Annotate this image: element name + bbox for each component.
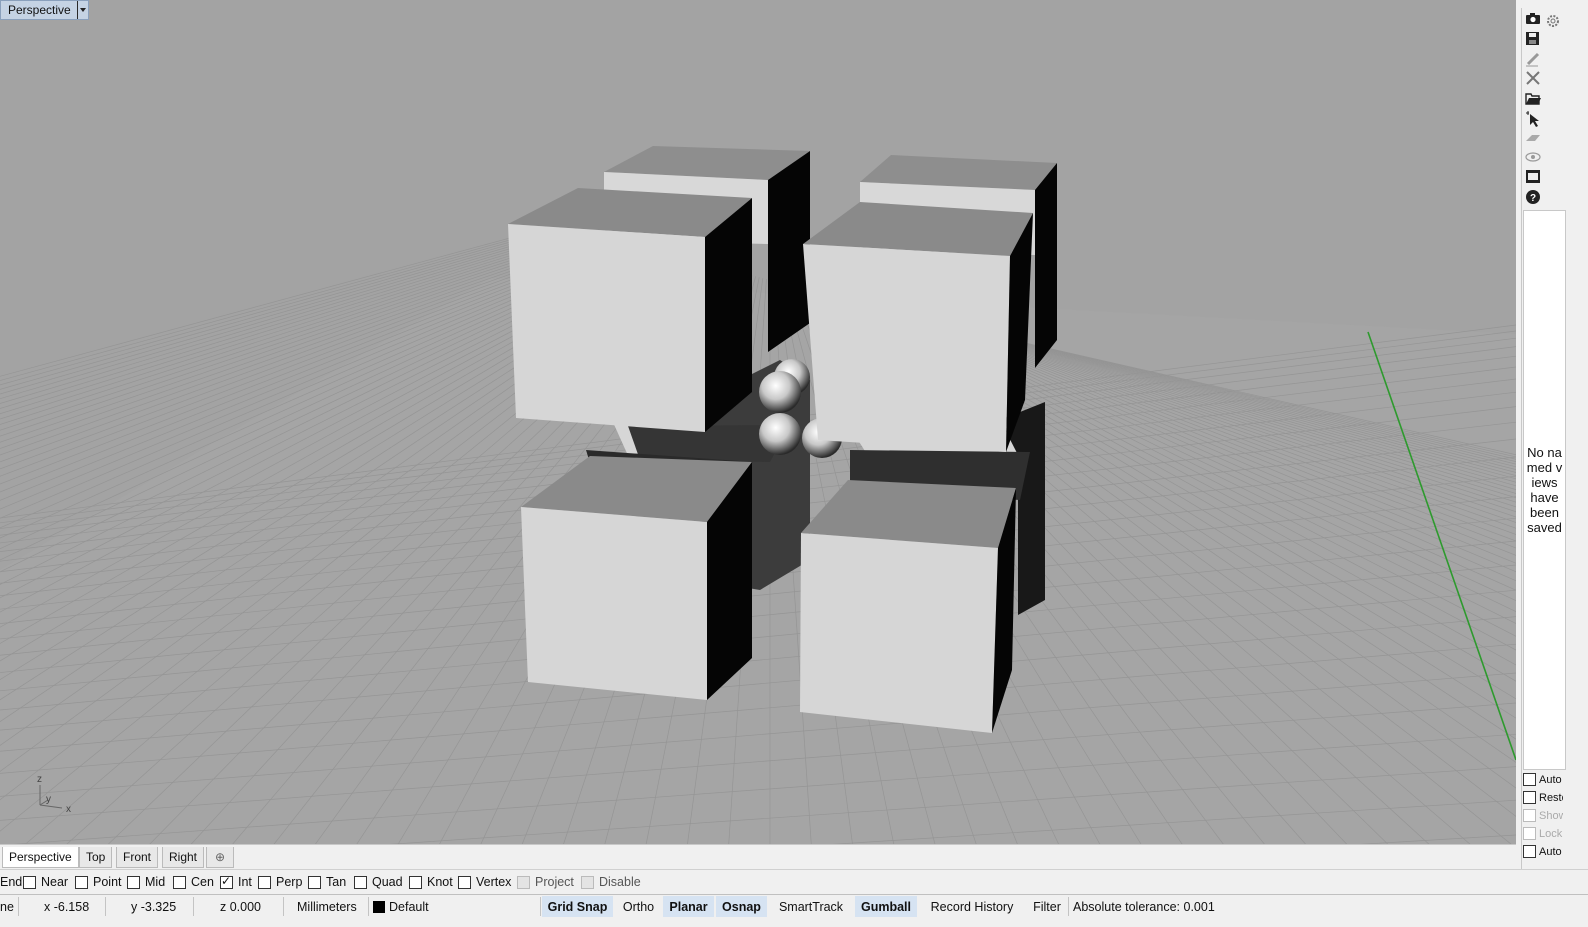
axis-label-x: x <box>66 804 71 815</box>
tab-right[interactable]: Right <box>162 847 205 868</box>
plane-icon <box>1526 135 1540 141</box>
smarttrack-toggle[interactable]: SmartTrack <box>770 896 852 917</box>
auto-checkbox-1[interactable]: Auto <box>1523 773 1563 786</box>
osnap-cen[interactable]: Cen <box>173 875 214 889</box>
auto-checkbox-2[interactable]: Auto <box>1523 845 1563 858</box>
record-history-toggle[interactable]: Record History <box>920 896 1024 917</box>
layer-name: Default <box>389 899 429 914</box>
absolute-tolerance: Absolute tolerance: 0.001 <box>1073 899 1215 914</box>
x-coordinate: x -6.158 <box>44 899 90 914</box>
gumball-toggle[interactable]: Gumball <box>855 896 917 917</box>
panel-toolbar: ? <box>1525 13 1559 204</box>
layer-color-swatch <box>373 900 385 913</box>
cplane-indicator[interactable]: ne <box>0 897 14 916</box>
film-icon <box>1526 170 1540 183</box>
gear-icon <box>1547 15 1559 27</box>
camera-icon <box>1526 13 1540 24</box>
perspective-viewport[interactable]: z y x Perspective <box>0 0 1517 844</box>
restore-checkbox[interactable]: Resto <box>1523 791 1563 804</box>
osnap-perp[interactable]: Perp <box>258 875 302 889</box>
osnap-bar: End Near Point Mid Cen Int Perp Tan Quad… <box>0 869 1588 894</box>
osnap-near[interactable]: Near <box>23 875 68 889</box>
panel-divider <box>1521 8 1522 870</box>
add-tab-button[interactable]: ⊕ <box>206 847 234 868</box>
viewport-menu-dropdown[interactable] <box>76 1 88 19</box>
named-views-list[interactable]: No named views have been saved <box>1523 210 1566 770</box>
status-bar: ne x -6.158 y -3.325 z 0.000 Millimeters… <box>0 894 1588 927</box>
eye-icon <box>1525 152 1541 162</box>
planar-toggle[interactable]: Planar <box>663 896 714 917</box>
named-views-empty-message: No named views have been saved <box>1526 445 1563 535</box>
show-checkbox[interactable]: Show <box>1523 809 1563 822</box>
tab-front[interactable]: Front <box>116 847 159 868</box>
osnap-disable[interactable]: Disable <box>581 875 641 889</box>
edit-icon <box>1526 52 1540 67</box>
osnap-int[interactable]: Int <box>220 874 252 889</box>
osnap-point[interactable]: Point <box>75 875 122 889</box>
layer-selector[interactable]: Default <box>373 897 429 916</box>
delete-icon <box>1526 71 1540 85</box>
z-coordinate: z 0.000 <box>220 899 262 914</box>
y-coordinate: y -3.325 <box>131 899 177 914</box>
filter-button[interactable]: Filter <box>1027 896 1067 917</box>
units-display[interactable]: Millimeters <box>297 897 357 916</box>
viewport-title-label[interactable]: Perspective <box>1 3 77 17</box>
viewport-scene: z y x <box>0 146 1516 844</box>
select-icon <box>1526 111 1539 127</box>
lock-checkbox[interactable]: Lock <box>1523 827 1563 840</box>
grid-snap-toggle[interactable]: Grid Snap <box>542 896 613 917</box>
osnap-project[interactable]: Project <box>517 875 574 889</box>
box-front-left-upper <box>508 188 752 432</box>
osnap-end[interactable]: End <box>0 875 22 889</box>
tab-top[interactable]: Top <box>79 847 113 868</box>
axis-label-z: z <box>37 774 42 785</box>
osnap-knot[interactable]: Knot <box>409 875 453 889</box>
box-front-right-lower <box>800 480 1016 733</box>
ortho-toggle[interactable]: Ortho <box>616 896 661 917</box>
osnap-quad[interactable]: Quad <box>354 875 403 889</box>
viewport-tabs: Perspective Top Front Right ⊕ <box>0 844 1516 869</box>
axis-label-y: y <box>46 794 51 805</box>
osnap-mid[interactable]: Mid <box>127 875 165 889</box>
save-icon <box>1526 32 1539 45</box>
tab-perspective[interactable]: Perspective <box>2 847 79 868</box>
box-front-left-lower <box>521 450 753 700</box>
viewport-title[interactable]: Perspective <box>0 0 89 20</box>
plus-icon: ⊕ <box>214 850 226 864</box>
help-icon: ? <box>1526 190 1540 204</box>
osnap-toggle[interactable]: Osnap <box>716 896 767 917</box>
osnap-tan[interactable]: Tan <box>308 875 346 889</box>
box-front-right-upper <box>803 202 1033 452</box>
open-folder-icon <box>1525 93 1541 105</box>
svg-text:?: ? <box>1530 193 1536 204</box>
osnap-vertex[interactable]: Vertex <box>458 875 511 889</box>
